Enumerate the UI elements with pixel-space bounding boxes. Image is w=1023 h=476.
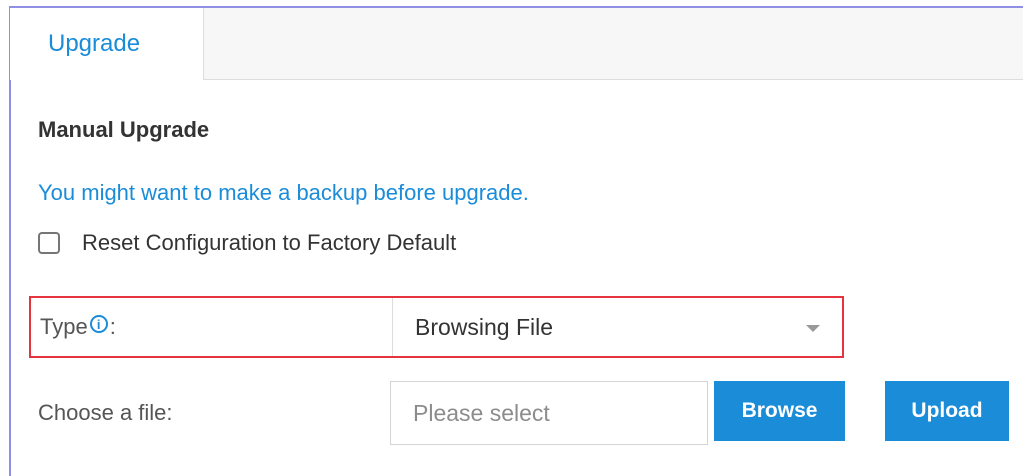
file-path-input[interactable]: [390, 381, 708, 445]
choose-file-label: Choose a file:: [38, 400, 173, 425]
reset-config-label: Reset Configuration to Factory Default: [82, 230, 457, 255]
tab-upgrade[interactable]: Upgrade: [10, 8, 204, 80]
type-label-group: Type i :: [40, 298, 116, 356]
info-circle-icon[interactable]: i: [89, 315, 108, 333]
type-select-value: Browsing File: [415, 313, 554, 340]
backup-link[interactable]: You might want to make a backup before u…: [38, 180, 529, 206]
type-field-row: Type i : Browsing File: [29, 296, 844, 358]
reset-config-checkbox[interactable]: [38, 232, 60, 254]
section-title: Manual Upgrade: [38, 117, 210, 142]
tab-upgrade-label: Upgrade: [48, 30, 141, 57]
browse-button[interactable]: Browse: [714, 381, 845, 441]
type-label-colon: :: [109, 314, 116, 339]
chevron-down-icon: [806, 325, 820, 332]
upload-button[interactable]: Upload: [885, 381, 1009, 441]
tab-bar: Upgrade: [10, 8, 1023, 80]
type-label: Type: [40, 314, 88, 339]
type-select[interactable]: Browsing File: [392, 298, 842, 356]
reset-config-option[interactable]: Reset Configuration to Factory Default: [38, 229, 456, 257]
